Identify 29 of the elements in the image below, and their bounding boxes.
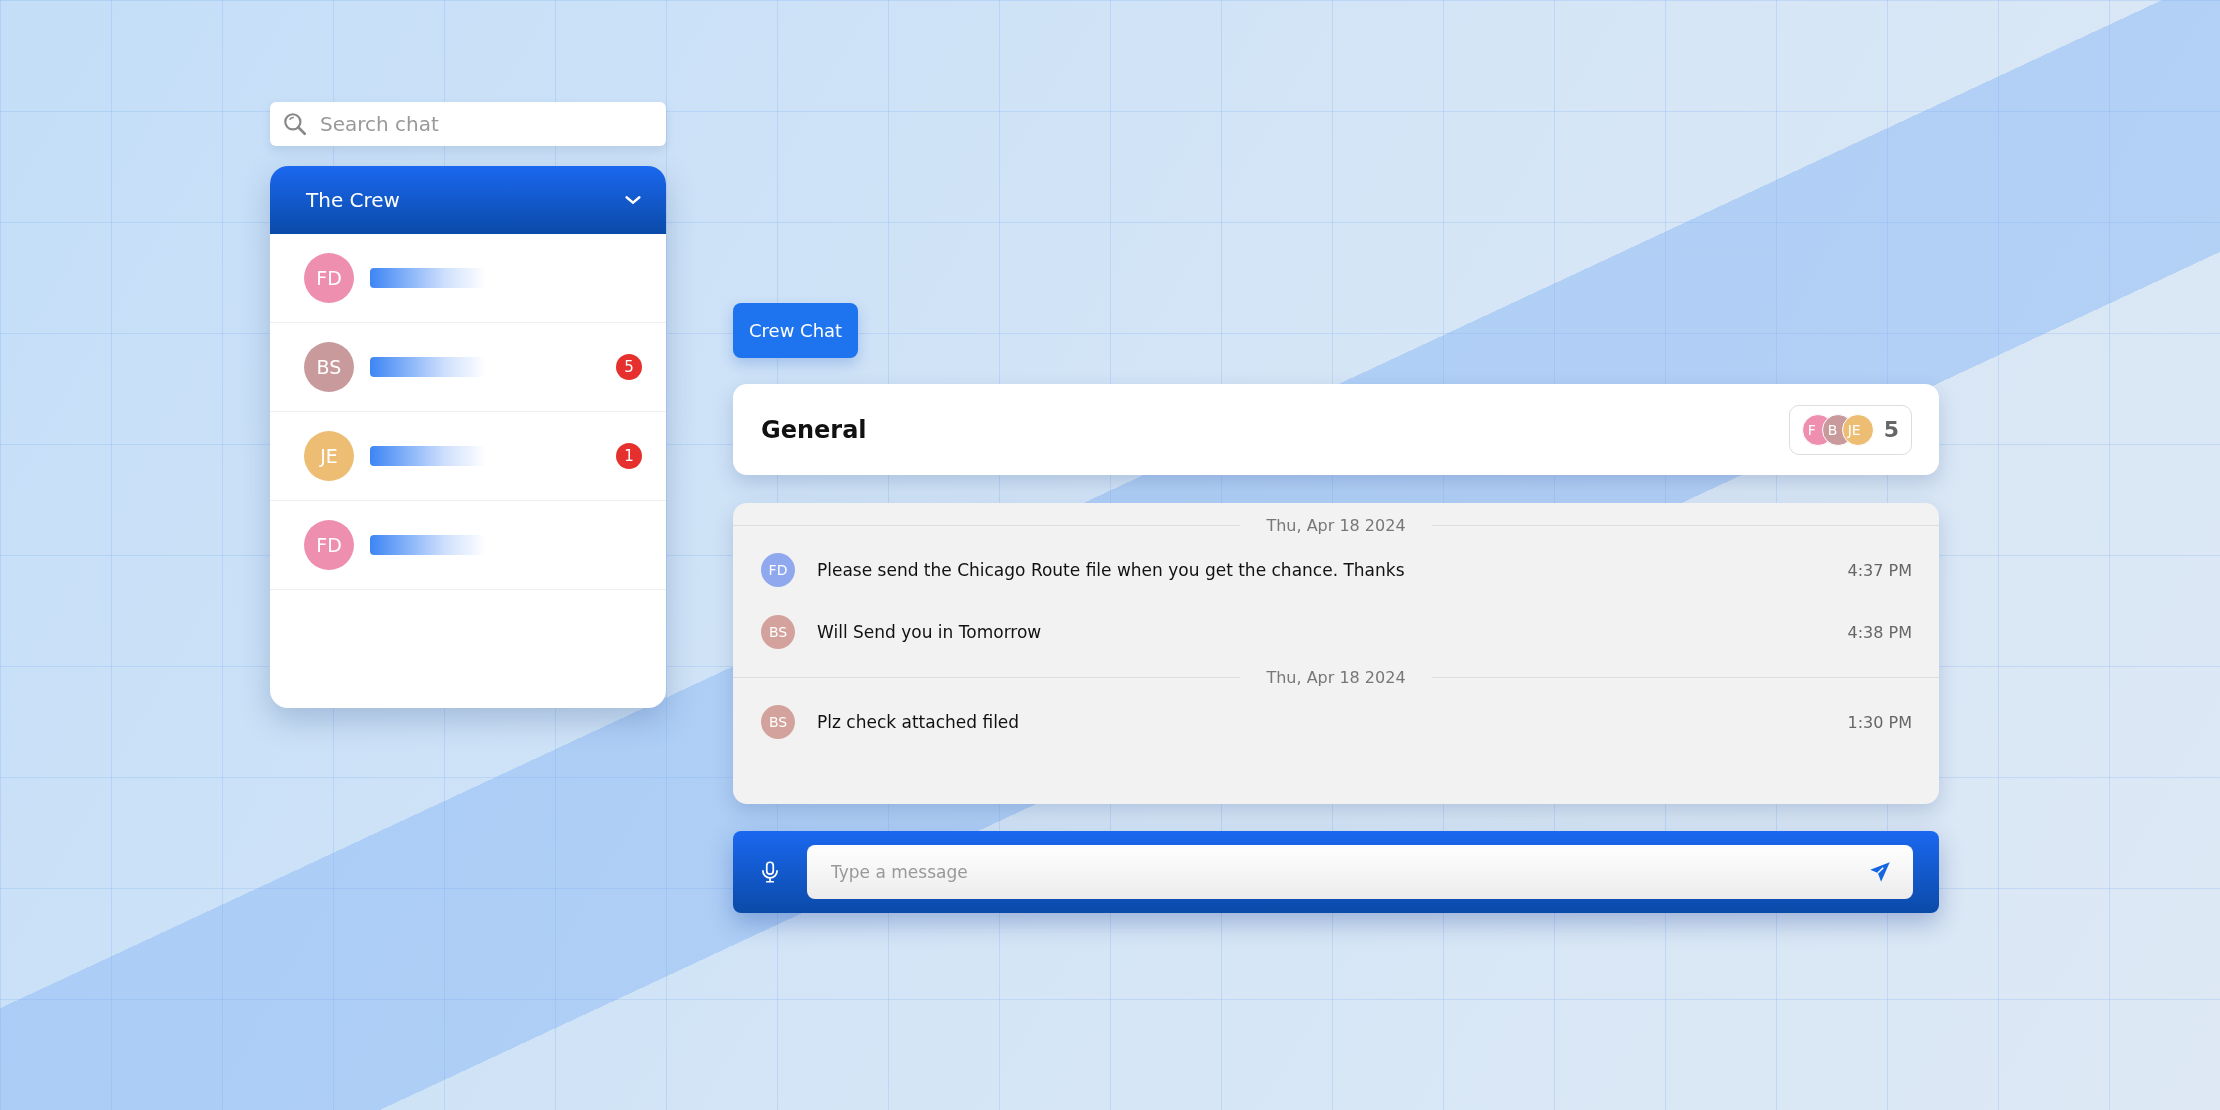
unread-badge: 1 — [616, 443, 642, 469]
date-divider: Thu, Apr 18 2024 — [1266, 667, 1406, 687]
channel-title: General — [761, 415, 867, 444]
message-text: Will Send you in Tomorrow — [817, 622, 1043, 642]
message-field[interactable]: Type a message — [807, 845, 1913, 899]
message-time: 1:30 PM — [1847, 712, 1912, 732]
avatar: BS — [761, 615, 795, 649]
avatar: BS — [761, 705, 795, 739]
avatar: JE — [304, 431, 354, 481]
message-input[interactable]: Type a message — [829, 861, 1867, 883]
participants-chip[interactable]: F B JE 5 — [1788, 404, 1912, 455]
avatar: BS — [304, 342, 354, 392]
avatar: FD — [304, 520, 354, 570]
unread-badge: 5 — [616, 354, 642, 380]
group-header[interactable]: The Crew — [270, 166, 666, 234]
message-time: 4:37 PM — [1847, 560, 1912, 580]
crew-chat-button[interactable]: Crew Chat — [733, 303, 859, 358]
search-icon — [282, 111, 308, 137]
search-input[interactable]: Search chat — [318, 111, 654, 137]
participant-count: 5 — [1883, 417, 1899, 442]
avatar: FD — [761, 553, 795, 587]
search-field[interactable]: Search chat — [270, 102, 666, 146]
message-text: Plz check attached filed — [817, 712, 1021, 732]
group-title: The Crew — [306, 188, 400, 212]
message-time: 4:38 PM — [1847, 622, 1912, 642]
avatar: FD — [304, 253, 354, 303]
date-divider: Thu, Apr 18 2024 — [1266, 515, 1406, 535]
message-text: Please send the Chicago Route file when you get the chance. Thanks — [817, 560, 1406, 580]
participant-avatar: JE — [1841, 413, 1874, 446]
